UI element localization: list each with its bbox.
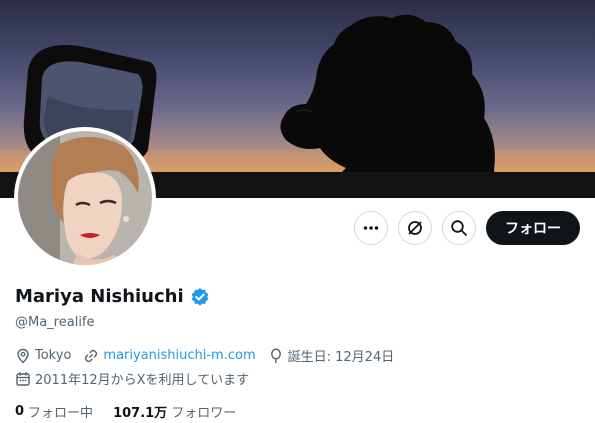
location-item: Tokyo	[15, 348, 71, 364]
profile-page: フォロー Mariya Nishiuchi @Ma_realife Tokyo	[0, 0, 595, 423]
location-text: Tokyo	[35, 348, 72, 363]
follow-button-label: フォロー	[505, 221, 561, 237]
joined-text: 2011年12月からXを利用しています	[35, 373, 250, 388]
avatar-image	[18, 131, 152, 265]
more-icon	[363, 226, 379, 230]
follow-button[interactable]: フォロー	[486, 211, 580, 245]
joined-item: 2011年12月からXを利用しています	[15, 369, 249, 388]
birthday-text: 誕生日: 12月24日	[287, 350, 395, 365]
profile-avatar[interactable]	[14, 127, 156, 269]
following-count: 0	[15, 404, 25, 419]
followers-label: フォロワー	[171, 406, 237, 421]
search-button[interactable]	[442, 211, 476, 245]
display-name: Mariya Nishiuchi	[15, 286, 210, 307]
website-link[interactable]: mariyanishiuchi-m.com	[103, 348, 255, 363]
following-stat[interactable]: 0 フォロー中	[15, 402, 93, 421]
location-icon	[17, 348, 29, 363]
verified-badge-icon[interactable]	[190, 287, 210, 307]
following-label: フォロー中	[28, 406, 94, 421]
followers-count: 107.1万	[113, 406, 168, 421]
grok-button[interactable]	[398, 211, 432, 245]
calendar-icon	[16, 371, 30, 386]
follow-stats: 0 フォロー中 107.1万 フォロワー	[15, 402, 256, 421]
grok-icon	[408, 221, 422, 235]
link-icon	[85, 349, 98, 362]
followers-stat[interactable]: 107.1万 フォロワー	[113, 402, 236, 421]
user-handle: @Ma_realife	[15, 315, 95, 330]
birthday-item: 誕生日: 12月24日	[268, 346, 395, 365]
search-icon	[451, 220, 467, 236]
balloon-icon	[270, 347, 281, 363]
profile-meta: Tokyo mariyanishiuchi-m.com 誕生日: 12月24日	[15, 346, 406, 365]
website-item[interactable]: mariyanishiuchi-m.com	[83, 348, 256, 364]
joined-row: 2011年12月からXを利用しています	[15, 369, 261, 388]
display-name-text: Mariya Nishiuchi	[15, 286, 184, 307]
more-button[interactable]	[354, 211, 388, 245]
